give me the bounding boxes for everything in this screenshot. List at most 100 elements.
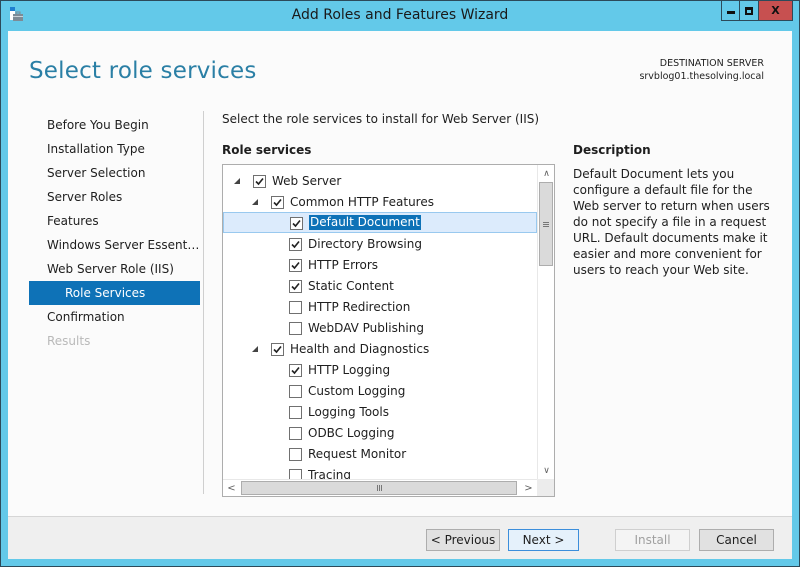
scroll-right-button[interactable]: > [520, 480, 537, 496]
checkmark-icon [291, 240, 300, 249]
description-text: Default Document lets you configure a de… [573, 167, 770, 277]
tree-item-label: ODBC Logging [308, 426, 395, 440]
tree-item-label: HTTP Redirection [308, 300, 411, 314]
tree-item-request-monitor[interactable]: Request Monitor [223, 444, 537, 465]
destination-server-info: DESTINATION SERVER srvblog01.thesolving.… [639, 57, 764, 83]
chevron-up-icon: ∧ [543, 168, 550, 179]
tree-item-label: Common HTTP Features [290, 195, 434, 209]
checkbox[interactable] [289, 301, 302, 314]
cancel-button[interactable]: Cancel [699, 529, 774, 551]
vertical-scroll-thumb[interactable] [539, 182, 553, 266]
tree-item-label: Default Document [309, 215, 421, 230]
checkmark-icon [292, 219, 301, 228]
scroll-left-button[interactable]: < [223, 480, 240, 496]
checkbox[interactable] [253, 175, 266, 188]
close-icon: X [771, 4, 780, 17]
checkbox[interactable] [289, 238, 302, 251]
checkbox[interactable] [289, 427, 302, 440]
expanded-triangle-icon[interactable] [233, 177, 241, 185]
tree-item-logging-tools[interactable]: Logging Tools [223, 402, 537, 423]
tree-item-default-document[interactable]: Default Document [223, 212, 537, 233]
checkmark-icon [291, 282, 300, 291]
checkbox[interactable] [289, 259, 302, 272]
horizontal-scrollbar[interactable]: < > [223, 479, 537, 496]
minimize-button[interactable] [721, 1, 740, 21]
checkbox[interactable] [289, 448, 302, 461]
checkbox[interactable] [271, 343, 284, 356]
window-title: Add Roles and Features Wizard [291, 7, 509, 23]
tree-item-label: Directory Browsing [308, 237, 422, 251]
nav-step-role-services[interactable]: Role Services [29, 281, 200, 305]
checkbox[interactable] [290, 217, 303, 230]
tree-items: Web Server Common HTTP Features Default Do… [223, 165, 537, 479]
checkmark-icon [291, 366, 300, 375]
maximize-button[interactable] [740, 1, 759, 21]
tree-item-tracing[interactable]: Tracing [223, 465, 537, 479]
chevron-right-icon: > [524, 482, 533, 494]
nav-divider [203, 111, 204, 494]
tree-item-web-server[interactable]: Web Server [223, 171, 537, 192]
instruction-text: Select the role services to install for … [222, 112, 540, 126]
chevron-left-icon: < [227, 482, 236, 494]
maximize-icon [745, 6, 753, 15]
horizontal-scroll-thumb[interactable] [241, 481, 517, 495]
nav-step-installation-type[interactable]: Installation Type [29, 137, 200, 161]
close-button[interactable]: X [759, 1, 793, 21]
checkbox[interactable] [289, 322, 302, 335]
checkmark-icon [273, 345, 282, 354]
wizard-content: Select role services DESTINATION SERVER … [8, 31, 792, 559]
checkbox[interactable] [289, 364, 302, 377]
tree-item-common-http-features[interactable]: Common HTTP Features [223, 192, 537, 213]
checkmark-icon [291, 261, 300, 270]
nav-step-server-roles[interactable]: Server Roles [29, 185, 200, 209]
tree-item-label: WebDAV Publishing [308, 321, 424, 335]
checkbox[interactable] [289, 406, 302, 419]
vertical-scrollbar[interactable]: ∧ ∨ [537, 165, 554, 479]
window-controls: X [721, 1, 793, 21]
nav-step-features[interactable]: Features [29, 209, 200, 233]
tree-item-health-and-diagnostics[interactable]: Health and Diagnostics [223, 339, 537, 360]
tree-item-http-redirection[interactable]: HTTP Redirection [223, 297, 537, 318]
tree-item-http-logging[interactable]: HTTP Logging [223, 360, 537, 381]
checkbox[interactable] [289, 280, 302, 293]
destination-server-name: srvblog01.thesolving.local [639, 71, 764, 82]
tree-item-webdav-publishing[interactable]: WebDAV Publishing [223, 318, 537, 339]
nav-step-confirmation[interactable]: Confirmation [29, 305, 200, 329]
wizard-steps-nav: Before You Begin Installation Type Serve… [29, 113, 200, 353]
description-heading: Description [573, 143, 651, 157]
next-button[interactable]: Next > [508, 529, 579, 551]
tree-item-label: HTTP Errors [308, 258, 379, 272]
tree-item-label: Tracing [308, 468, 352, 479]
tree-item-custom-logging[interactable]: Custom Logging [223, 381, 537, 402]
nav-step-web-server-role[interactable]: Web Server Role (IIS) [29, 257, 200, 281]
checkbox[interactable] [271, 196, 284, 209]
tree-item-label: Logging Tools [308, 405, 389, 419]
previous-button[interactable]: < Previous [426, 529, 500, 551]
expanded-triangle-icon[interactable] [251, 345, 259, 353]
checkbox[interactable] [289, 385, 302, 398]
tree-item-static-content[interactable]: Static Content [223, 276, 537, 297]
nav-step-results: Results [47, 334, 91, 348]
tree-item-label: Custom Logging [308, 384, 406, 398]
nav-step-windows-server-essentials[interactable]: Windows Server Essential... [29, 233, 200, 257]
tree-item-label: Request Monitor [308, 447, 407, 461]
expanded-triangle-icon[interactable] [251, 198, 259, 206]
wizard-window: Add Roles and Features Wizard X Select r… [0, 0, 800, 567]
tree-item-http-errors[interactable]: HTTP Errors [223, 255, 537, 276]
tree-item-directory-browsing[interactable]: Directory Browsing [223, 234, 537, 255]
scroll-up-button[interactable]: ∧ [538, 165, 554, 182]
nav-step-server-selection[interactable]: Server Selection [29, 161, 200, 185]
nav-step-before-you-begin[interactable]: Before You Begin [29, 113, 200, 137]
checkbox[interactable] [289, 469, 302, 479]
role-services-tree[interactable]: Web Server Common HTTP Features Default Do… [222, 164, 555, 497]
chevron-down-icon: ∨ [543, 465, 550, 476]
minimize-icon [726, 11, 735, 14]
tree-item-label: Static Content [308, 279, 394, 293]
scroll-down-button[interactable]: ∨ [538, 462, 554, 479]
tree-item-odbc-logging[interactable]: ODBC Logging [223, 423, 537, 444]
role-services-heading: Role services [222, 143, 312, 157]
install-button: Install [615, 529, 690, 551]
title-bar[interactable]: Add Roles and Features Wizard X [1, 1, 799, 31]
tree-item-label: HTTP Logging [308, 363, 391, 377]
page-title: Select role services [29, 58, 257, 84]
